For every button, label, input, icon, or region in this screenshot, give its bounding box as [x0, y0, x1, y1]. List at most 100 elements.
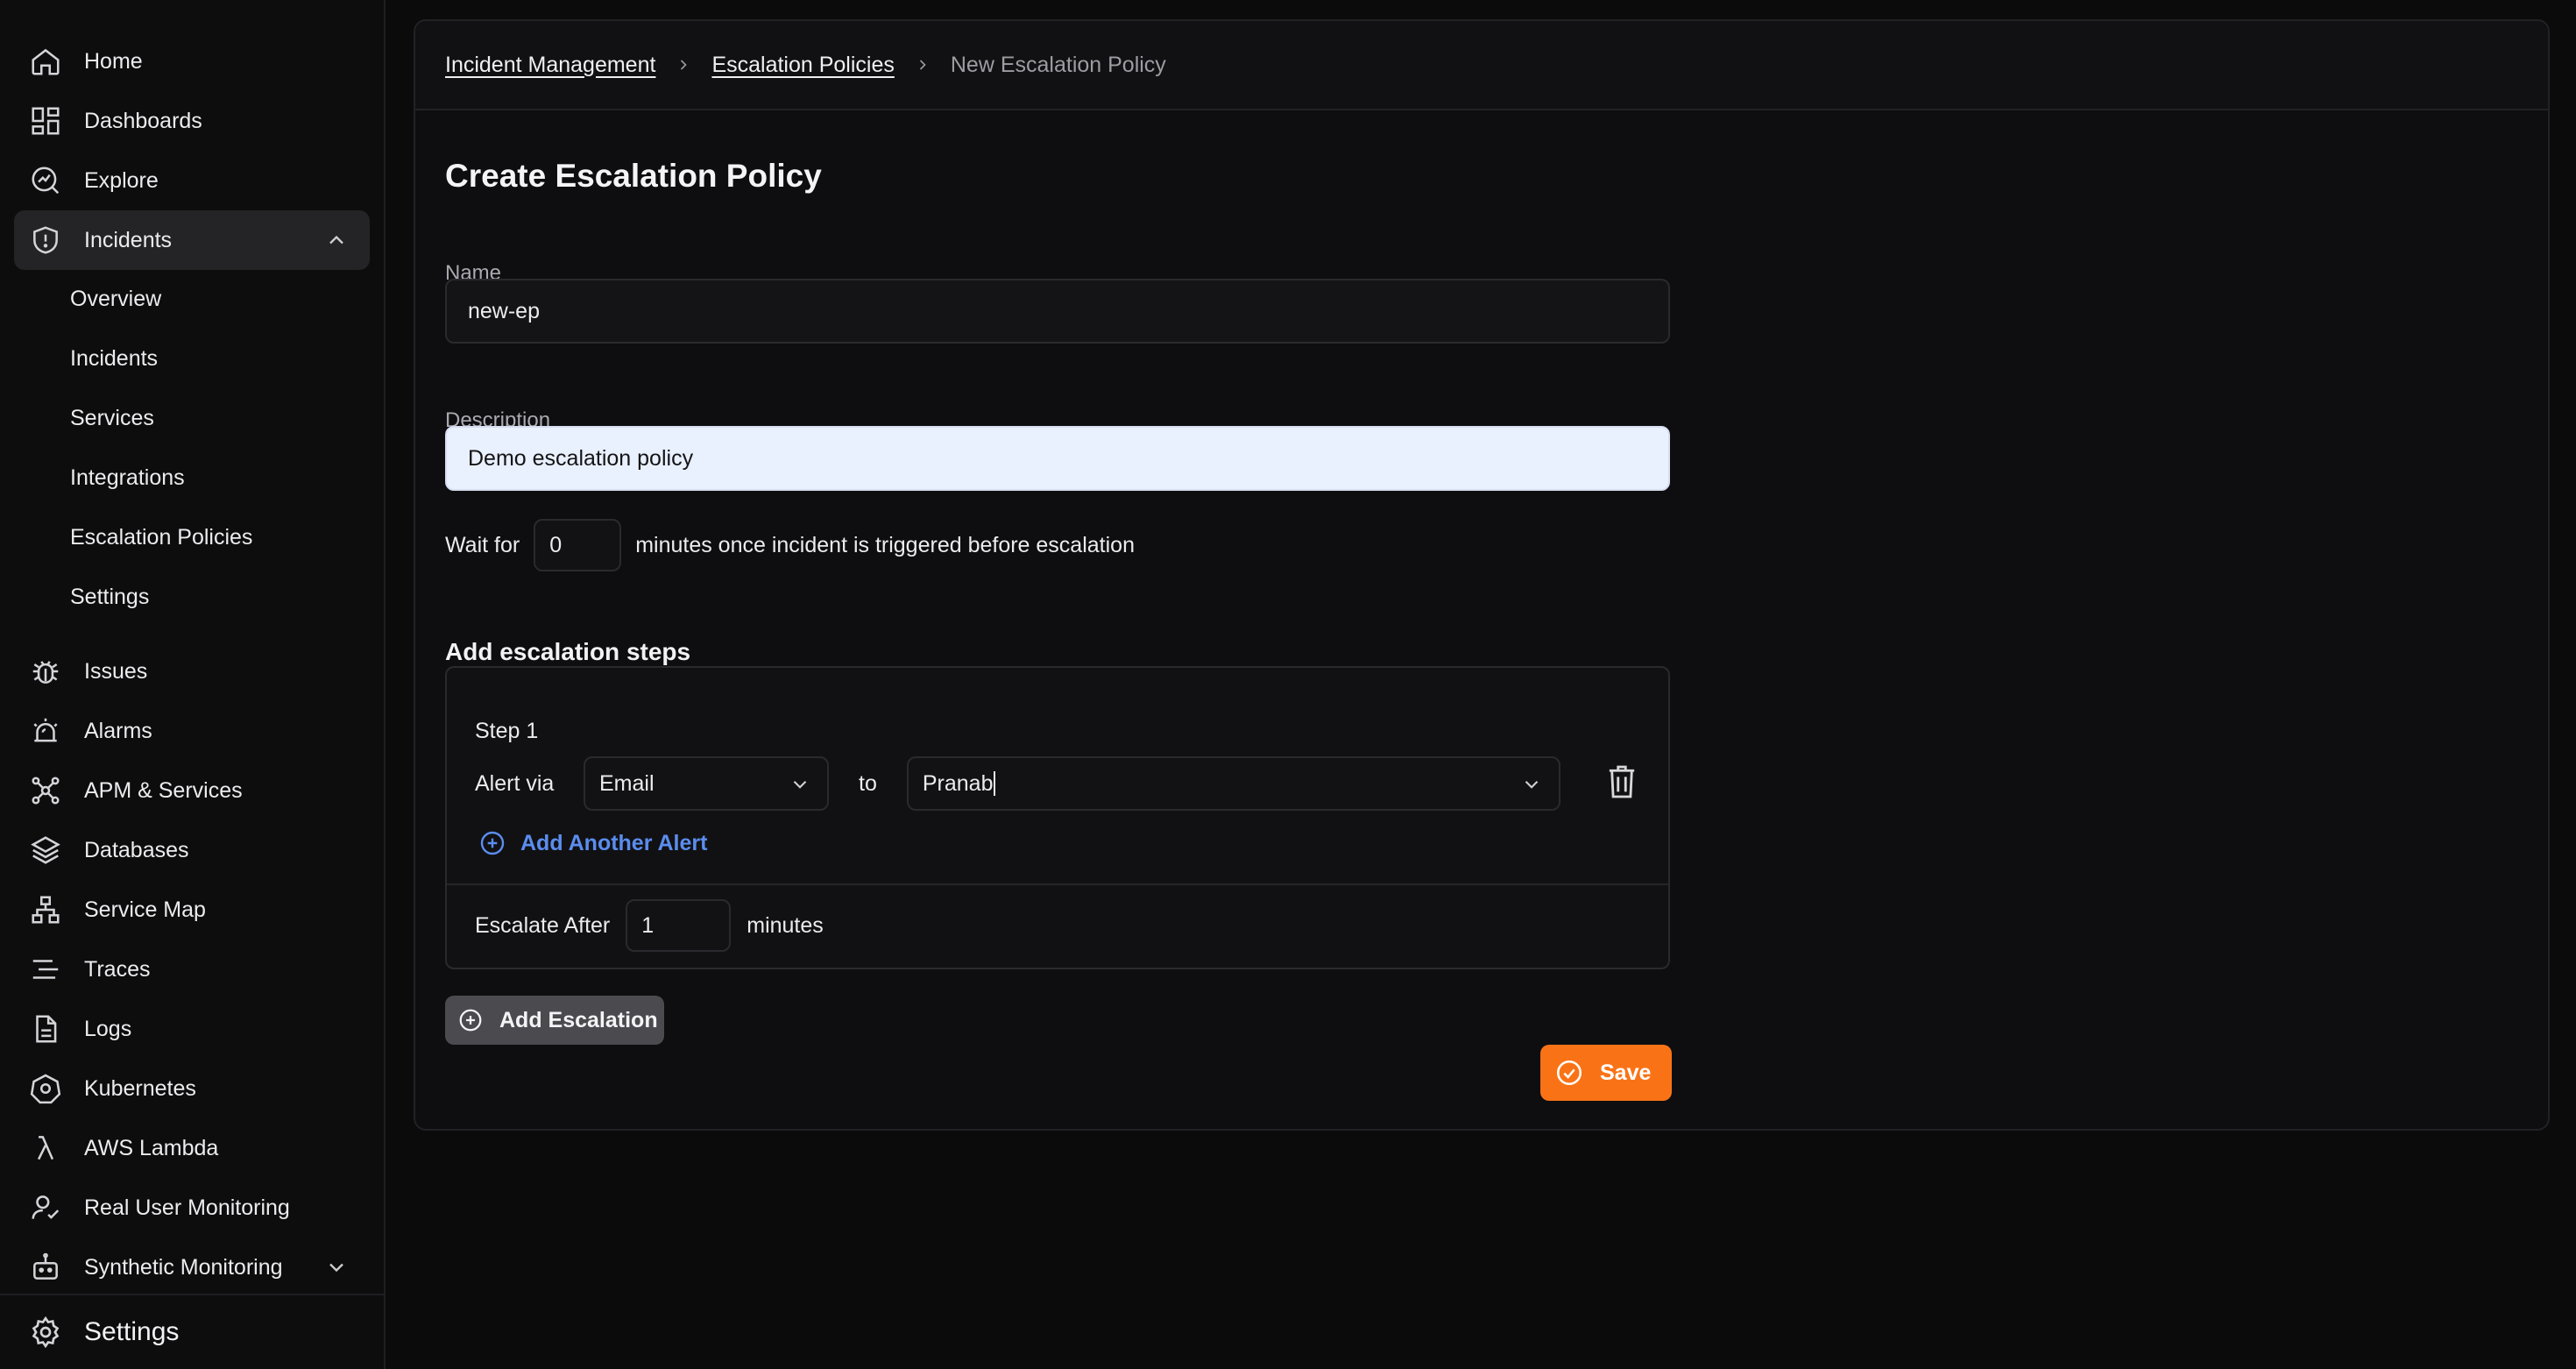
sidebar-subitem-incidents[interactable]: Incidents [70, 337, 158, 380]
wait-minutes-input[interactable] [534, 519, 622, 571]
sidebar-item-home[interactable]: Home [14, 32, 370, 91]
escalation-step-card: Step 1 Alert via Email to Pranab Add Ano… [445, 666, 1670, 969]
sidebar-item-label: Home [84, 48, 143, 74]
network-icon [28, 773, 63, 808]
sidebar-item-label: AWS Lambda [84, 1135, 219, 1160]
sidebar-settings[interactable]: Settings [0, 1294, 384, 1369]
name-input[interactable] [445, 279, 1670, 344]
kubernetes-icon [28, 1071, 63, 1106]
sidebar-subitem-overview[interactable]: Overview [70, 277, 161, 321]
sidebar-item-logs[interactable]: Logs [14, 999, 370, 1059]
sidebar: Home Dashboards Explore Incidents Overvi [0, 0, 386, 1369]
plus-circle-icon [478, 829, 506, 857]
sidebar-item-label: Kubernetes [84, 1075, 196, 1101]
escalate-after-input[interactable] [626, 899, 732, 952]
robot-icon [28, 1250, 63, 1285]
sidebar-settings-label: Settings [84, 1317, 180, 1346]
alert-rule-row: Alert via Email to Pranab [475, 755, 1560, 812]
wait-row: Wait for minutes once incident is trigge… [445, 519, 1135, 571]
add-another-alert-button[interactable]: Add Another Alert [478, 829, 707, 857]
sidebar-item-dashboards[interactable]: Dashboards [14, 91, 370, 151]
dashboard-icon [28, 103, 63, 138]
sidebar-item-label: Service Map [84, 897, 206, 922]
sidebar-subitem-label: Escalation Policies [70, 524, 253, 550]
alarm-icon [28, 713, 63, 748]
explore-icon [28, 163, 63, 198]
step-label: Step 1 [475, 719, 539, 743]
sidebar-subitem-label: Incidents [70, 345, 159, 371]
text-cursor [994, 771, 996, 796]
sidebar-subitem-label: Services [70, 405, 154, 430]
recipient-select[interactable]: Pranab [906, 756, 1560, 811]
service-map-icon [28, 892, 63, 927]
add-another-alert-label: Add Another Alert [520, 830, 708, 855]
add-escalation-button[interactable]: Add Escalation [445, 996, 664, 1045]
sidebar-item-label: Dashboards [84, 108, 202, 133]
wait-prefix: Wait for [445, 532, 520, 557]
sidebar-item-apm-services[interactable]: APM & Services [14, 761, 370, 820]
save-button[interactable]: Save [1540, 1045, 1672, 1101]
breadcrumb-incident-management[interactable]: Incident Management [445, 53, 655, 78]
lambda-icon [28, 1131, 63, 1166]
chevron-right-icon [675, 56, 692, 74]
sidebar-item-label: Synthetic Monitoring [84, 1254, 283, 1280]
sidebar-item-label: Incidents [84, 227, 173, 252]
alert-via-label: Alert via [475, 770, 555, 796]
sidebar-subitem-services[interactable]: Services [70, 396, 154, 440]
page-title: Create Escalation Policy [445, 158, 822, 194]
breadcrumb-escalation-policies[interactable]: Escalation Policies [711, 53, 894, 78]
sidebar-item-label: Issues [84, 658, 148, 684]
sidebar-item-label: Explore [84, 167, 159, 193]
description-input[interactable] [445, 426, 1670, 491]
sidebar-item-explore[interactable]: Explore [14, 151, 370, 210]
sidebar-item-label: Databases [84, 837, 189, 862]
shield-alert-icon [28, 223, 63, 258]
breadcrumb: Incident Management Escalation Policies … [415, 21, 2548, 110]
alert-method-select[interactable]: Email [584, 756, 829, 811]
escalate-after-label: Escalate After [475, 912, 611, 938]
sidebar-item-label: APM & Services [84, 777, 243, 803]
escalation-steps-title: Add escalation steps [445, 638, 691, 665]
breadcrumb-current: New Escalation Policy [950, 52, 1166, 77]
sidebar-item-label: Logs [84, 1016, 132, 1041]
sidebar-subitem-escalation-policies[interactable]: Escalation Policies [70, 515, 252, 559]
layers-icon [28, 833, 63, 868]
bug-icon [28, 654, 63, 689]
sidebar-item-kubernetes[interactable]: Kubernetes [14, 1059, 370, 1118]
trash-icon[interactable] [1607, 764, 1637, 799]
sidebar-item-issues[interactable]: Issues [14, 642, 370, 701]
sidebar-item-label: Traces [84, 956, 151, 982]
sidebar-subitem-integrations[interactable]: Integrations [70, 456, 185, 500]
sidebar-item-databases[interactable]: Databases [14, 820, 370, 880]
sidebar-subitem-label: Integrations [70, 465, 185, 490]
sidebar-subitem-label: Overview [70, 286, 162, 311]
chevron-down-icon [789, 773, 811, 796]
plus-circle-icon [457, 1007, 484, 1033]
main-panel: Incident Management Escalation Policies … [414, 19, 2550, 1131]
add-escalation-label: Add Escalation [499, 1007, 658, 1032]
sidebar-item-label: Real User Monitoring [84, 1195, 290, 1220]
escalate-after-unit: minutes [747, 912, 824, 938]
sidebar-subitem-label: Settings [70, 584, 150, 609]
sidebar-item-synthetic-monitoring[interactable]: Synthetic Monitoring [14, 1238, 370, 1297]
sidebar-subitem-settings[interactable]: Settings [70, 575, 149, 619]
chevron-right-icon [914, 56, 931, 74]
chevron-up-icon [324, 228, 349, 252]
sidebar-item-traces[interactable]: Traces [14, 940, 370, 999]
file-icon [28, 1011, 63, 1046]
chevron-down-icon [1520, 773, 1543, 796]
gear-icon [28, 1315, 63, 1350]
sidebar-item-aws-lambda[interactable]: AWS Lambda [14, 1118, 370, 1178]
home-icon [28, 44, 63, 79]
step-divider [447, 883, 1668, 885]
wait-suffix: minutes once incident is triggered befor… [635, 532, 1135, 557]
sidebar-item-label: Alarms [84, 718, 152, 743]
user-monitor-icon [28, 1190, 63, 1225]
chevron-down-icon [324, 1255, 349, 1280]
to-label: to [859, 770, 877, 796]
sidebar-item-real-user-monitoring[interactable]: Real User Monitoring [14, 1178, 370, 1238]
sidebar-item-service-map[interactable]: Service Map [14, 880, 370, 940]
sidebar-item-incidents[interactable]: Incidents [14, 210, 370, 270]
recipient-value: Pranab [922, 770, 994, 796]
sidebar-item-alarms[interactable]: Alarms [14, 701, 370, 761]
